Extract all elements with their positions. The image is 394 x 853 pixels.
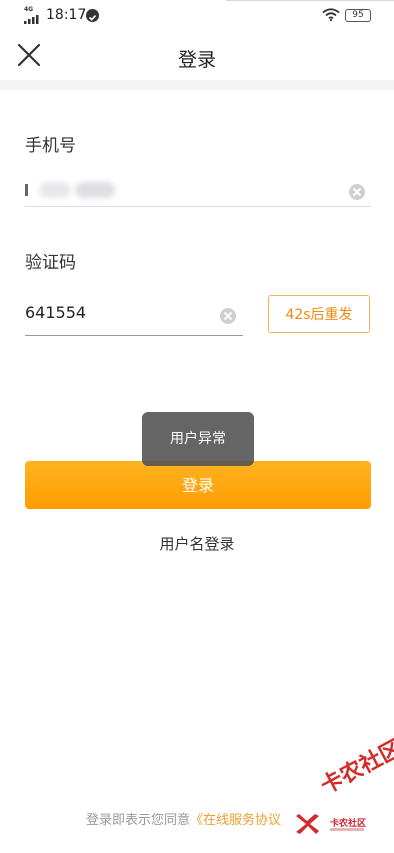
watermark: 卡农社区 卡农社区 [292, 736, 394, 844]
agreement-prefix: 登录即表示您同意 [86, 813, 191, 828]
phone-blur [75, 182, 115, 198]
username-login-link[interactable]: 用户名登录 [0, 533, 394, 554]
phone-blur [39, 182, 71, 198]
status-bar: 4G 18:17 95 [0, 0, 394, 34]
toast-message: 用户异常 [142, 412, 254, 466]
header-divider [0, 80, 394, 90]
service-agreement-link[interactable]: 《在线服务协议 [190, 813, 281, 828]
phone-input-masked[interactable] [25, 180, 121, 200]
nav-bar: 登录 [0, 34, 394, 78]
login-button[interactable]: 登录 [25, 461, 371, 509]
wifi-icon [322, 8, 340, 21]
code-input[interactable]: 641554 [25, 303, 86, 322]
network-type: 4G [24, 6, 34, 13]
phone-digit-fragment [25, 184, 28, 196]
code-label: 验证码 [25, 253, 76, 273]
phone-clear-icon[interactable] [349, 184, 365, 200]
battery-indicator: 95 [345, 9, 371, 22]
watermark-logo-icon [296, 814, 319, 834]
status-time: 18:17 [46, 7, 87, 23]
check-circle-icon [86, 9, 99, 22]
resend-code-button[interactable]: 42s后重发 [268, 295, 370, 333]
watermark-underline [330, 828, 364, 831]
phone-underline [25, 206, 371, 207]
phone-label: 手机号 [25, 136, 76, 156]
page-title: 登录 [177, 49, 216, 71]
code-underline [25, 335, 243, 336]
signal-icon: 4G [24, 6, 42, 24]
top-edge-line [226, 0, 394, 1]
code-clear-icon[interactable] [220, 308, 236, 324]
agreement-text: 登录即表示您同意《在线服务协议 [86, 809, 281, 828]
watermark-text: 卡农社区 [316, 735, 394, 800]
